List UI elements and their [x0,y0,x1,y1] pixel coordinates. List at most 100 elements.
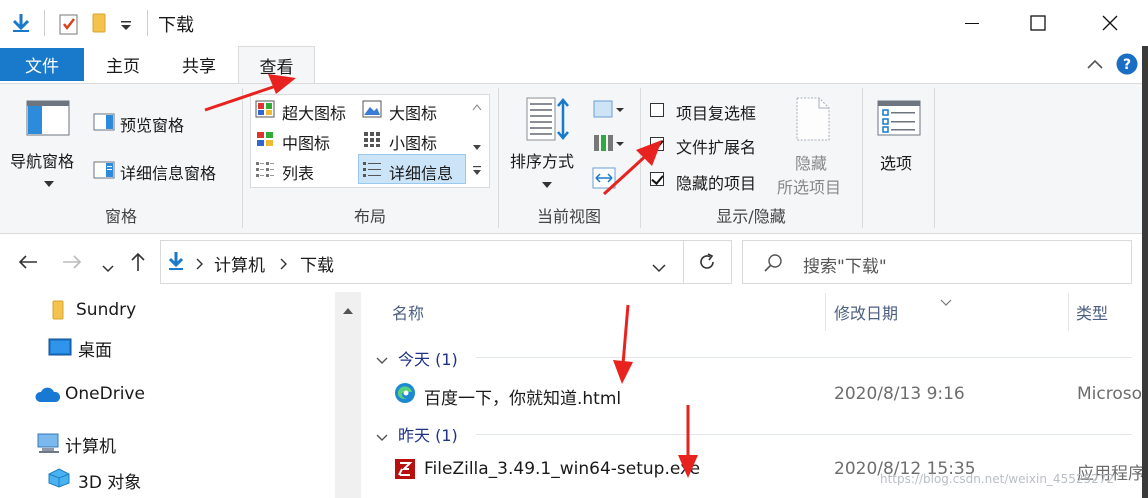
collapse-ribbon-icon[interactable] [1086,56,1104,75]
group-divider [476,434,1132,435]
computer-icon [36,432,62,458]
new-folder-icon[interactable] [90,12,110,38]
desktop-icon [48,338,72,360]
chevron-down-icon [542,173,552,192]
ribbon-tab-bar: 文件 主页 共享 查看 ? [0,46,1148,84]
group-collapse-icon[interactable] [376,350,388,369]
layout-large-icons[interactable]: 大图标 [389,100,437,124]
options-button[interactable]: 选项 [880,150,912,174]
breadcrumb-chevron-icon[interactable] [280,255,288,274]
tab-view[interactable]: 查看 [238,46,315,84]
file-type: Microso [1077,384,1143,404]
window-edge [1142,46,1148,498]
group-divider [476,357,1132,358]
list-view-icon [255,160,275,182]
nav-item-onedrive[interactable]: OneDrive [65,384,145,404]
details-view-icon [362,160,382,182]
hide-selected-items-icon [794,96,832,146]
file-name[interactable]: FileZilla_3.49.1_win64-setup.exe [424,459,700,479]
sort-indicator-icon [940,292,952,311]
search-box[interactable]: 搜索"下载" [742,240,1132,284]
group-collapse-icon[interactable] [376,427,388,446]
tab-file[interactable]: 文件 [0,48,84,81]
recent-locations-icon[interactable] [102,258,114,277]
item-checkboxes-checkbox[interactable] [650,103,664,117]
hidden-items-label[interactable]: 隐藏的项目 [676,170,756,194]
breadcrumb-chevron-icon[interactable] [196,255,204,274]
small-icons-icon [362,130,382,152]
preview-pane-button[interactable]: 预览窗格 [120,112,184,136]
scroll-up-icon[interactable] [342,300,354,319]
sort-by-icon [526,96,572,146]
column-header-name[interactable]: 名称 [392,300,424,324]
nav-item-3d-objects[interactable]: 3D 对象 [78,468,141,493]
size-columns-icon[interactable] [592,166,616,194]
tab-share[interactable]: 共享 [170,46,228,83]
file-name[interactable]: 百度一下，你就知道.html [424,384,621,409]
help-icon[interactable]: ? [1116,53,1138,79]
minimize-button[interactable] [940,0,1004,46]
close-icon [1102,15,1118,31]
large-icons-icon [362,100,382,122]
search-icon [763,253,783,277]
group-header-yesterday[interactable]: 昨天 (1) [398,422,458,446]
file-extensions-checkbox[interactable] [650,137,664,151]
group-label-show-hide: 显示/隐藏 [716,207,786,226]
gallery-more-icon[interactable] [472,162,482,181]
options-icon [877,100,921,140]
details-pane-button[interactable]: 详细信息窗格 [120,160,216,184]
preview-pane-icon [93,113,115,135]
address-bar[interactable]: 计算机 下载 [160,240,732,284]
refresh-icon[interactable] [697,252,717,276]
navigation-pane-button[interactable]: 导航窗格 [10,148,74,172]
folder-icon [50,300,66,324]
group-header-today[interactable]: 今天 (1) [398,346,458,370]
up-arrow-icon[interactable] [130,252,146,276]
forward-arrow-icon[interactable] [62,254,82,274]
group-by-icon[interactable] [592,98,626,124]
qat-separator [147,10,148,36]
nav-item-computer[interactable]: 计算机 [65,432,116,457]
chevron-down-icon [44,172,54,191]
properties-check-icon[interactable] [58,12,80,40]
column-separator[interactable] [825,293,826,331]
group-separator [862,88,863,228]
ribbon-view: 导航窗格 预览窗格 详细信息窗格 窗格 超大图标 大图标 中图标 小图标 列表 … [0,83,1142,234]
layout-small-icons[interactable]: 小图标 [389,130,437,154]
layout-medium-icons[interactable]: 中图标 [282,130,330,154]
back-arrow-icon[interactable] [18,254,38,274]
breadcrumb-downloads[interactable]: 下载 [300,251,334,276]
file-extensions-label[interactable]: 文件扩展名 [676,134,756,158]
navigation-scrollbar[interactable] [335,292,361,498]
gallery-scroll-up-icon[interactable] [472,96,482,115]
download-arrow-icon[interactable] [10,12,32,38]
window-title: 下载 [158,15,194,36]
edge-icon [394,382,416,409]
qat-separator [44,10,45,36]
address-history-icon[interactable] [652,258,666,277]
nav-item-desktop[interactable]: 桌面 [78,336,112,361]
add-columns-icon[interactable] [592,132,626,158]
hide-selected-button-line1[interactable]: 隐藏 [795,150,827,174]
search-input[interactable]: 搜索"下载" [803,252,887,277]
file-row[interactable]: 百度一下，你就知道.html 2020/8/13 9:16 Microso [362,376,1142,412]
navigation-pane-icon [26,100,70,140]
layout-details[interactable]: 详细信息 [389,160,453,184]
tab-home[interactable]: 主页 [96,46,150,83]
qat-customize-icon[interactable] [120,17,132,36]
item-checkboxes-label[interactable]: 项目复选框 [676,100,756,124]
column-header-type[interactable]: 类型 [1076,300,1108,324]
sort-by-button[interactable]: 排序方式 [510,148,574,172]
nav-item-sundry[interactable]: Sundry [76,300,136,320]
layout-extra-large-icons[interactable]: 超大图标 [282,100,346,124]
hidden-items-checkbox[interactable] [650,172,664,186]
close-button[interactable] [1078,0,1142,46]
breadcrumb-computer[interactable]: 计算机 [214,251,265,276]
column-header-modified[interactable]: 修改日期 [834,300,898,324]
column-separator[interactable] [1068,293,1069,331]
layout-list[interactable]: 列表 [282,160,314,184]
hide-selected-button-line2[interactable]: 所选项目 [777,174,841,198]
maximize-button[interactable] [1006,0,1070,46]
group-label-layout: 布局 [353,207,386,226]
gallery-scroll-down-icon[interactable] [472,136,482,155]
